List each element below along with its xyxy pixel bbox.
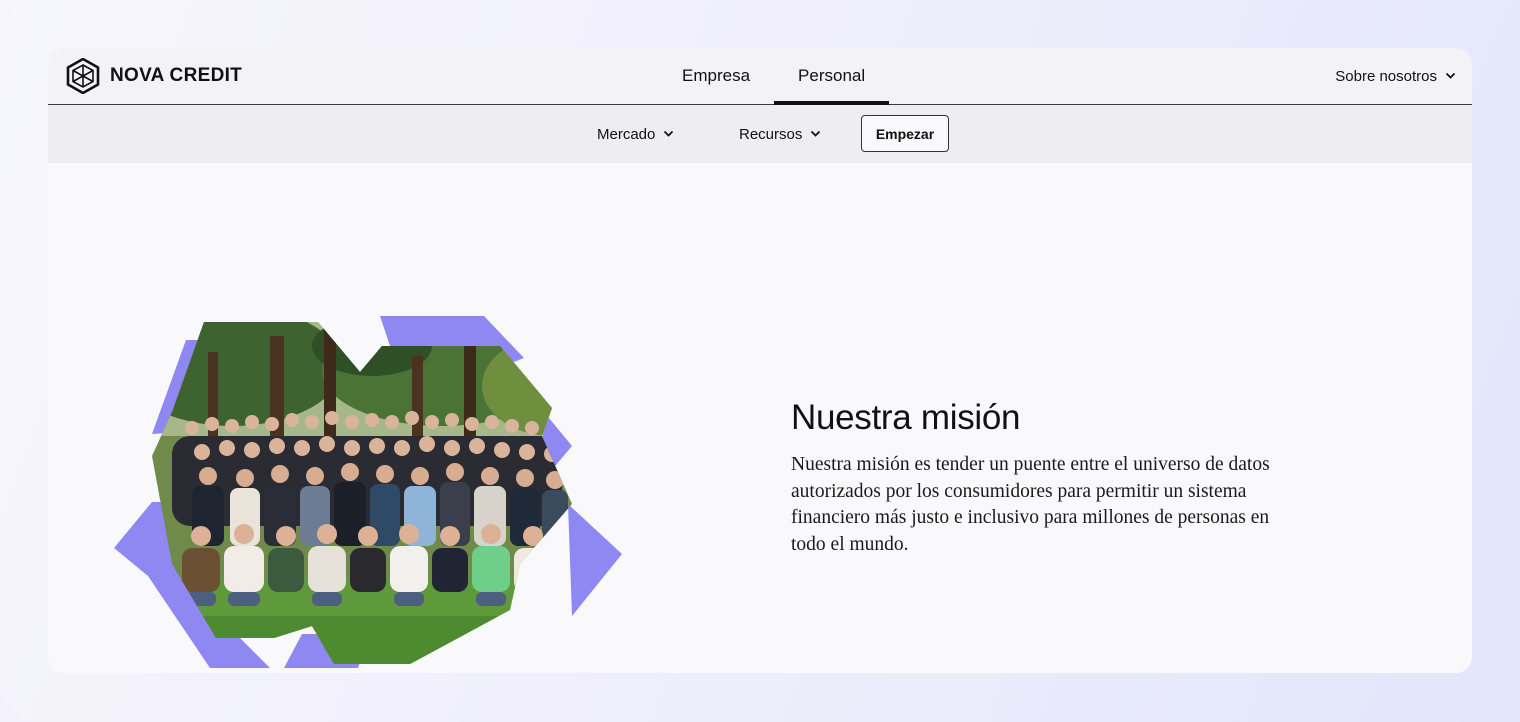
- mission-heading: Nuestra misión: [791, 398, 1021, 437]
- mercado-menu-label: Mercado: [597, 125, 656, 143]
- tab-personal[interactable]: Personal: [774, 48, 890, 105]
- browser-viewport: NOVA CREDIT Empresa Personal Sobre nosot…: [48, 48, 1472, 673]
- tab-empresa[interactable]: Empresa: [658, 48, 774, 104]
- recursos-menu-label: Recursos: [739, 125, 803, 143]
- get-started-button[interactable]: Empezar: [861, 115, 949, 152]
- mercado-menu[interactable]: Mercado: [597, 105, 674, 163]
- about-menu[interactable]: Sobre nosotros: [1335, 48, 1456, 104]
- mission-description: Nuestra misión es tender un puente entre…: [791, 454, 1270, 555]
- recursos-menu[interactable]: Recursos: [739, 105, 821, 163]
- chevron-down-icon: [663, 130, 674, 138]
- brand-name: NOVA CREDIT: [110, 65, 243, 86]
- chevron-down-icon: [810, 130, 821, 138]
- about-menu-label: Sobre nosotros: [1335, 67, 1437, 85]
- top-navigation: NOVA CREDIT Empresa Personal Sobre nosot…: [48, 48, 1472, 105]
- hexagon-lattice-icon: [66, 58, 100, 94]
- chevron-down-icon: [1445, 72, 1456, 80]
- brand-logo[interactable]: NOVA CREDIT: [66, 58, 242, 94]
- sub-navigation: Mercado Recursos Empezar: [48, 105, 1472, 163]
- team-photo: [112, 316, 624, 668]
- audience-tabs: Empresa Personal: [658, 48, 890, 105]
